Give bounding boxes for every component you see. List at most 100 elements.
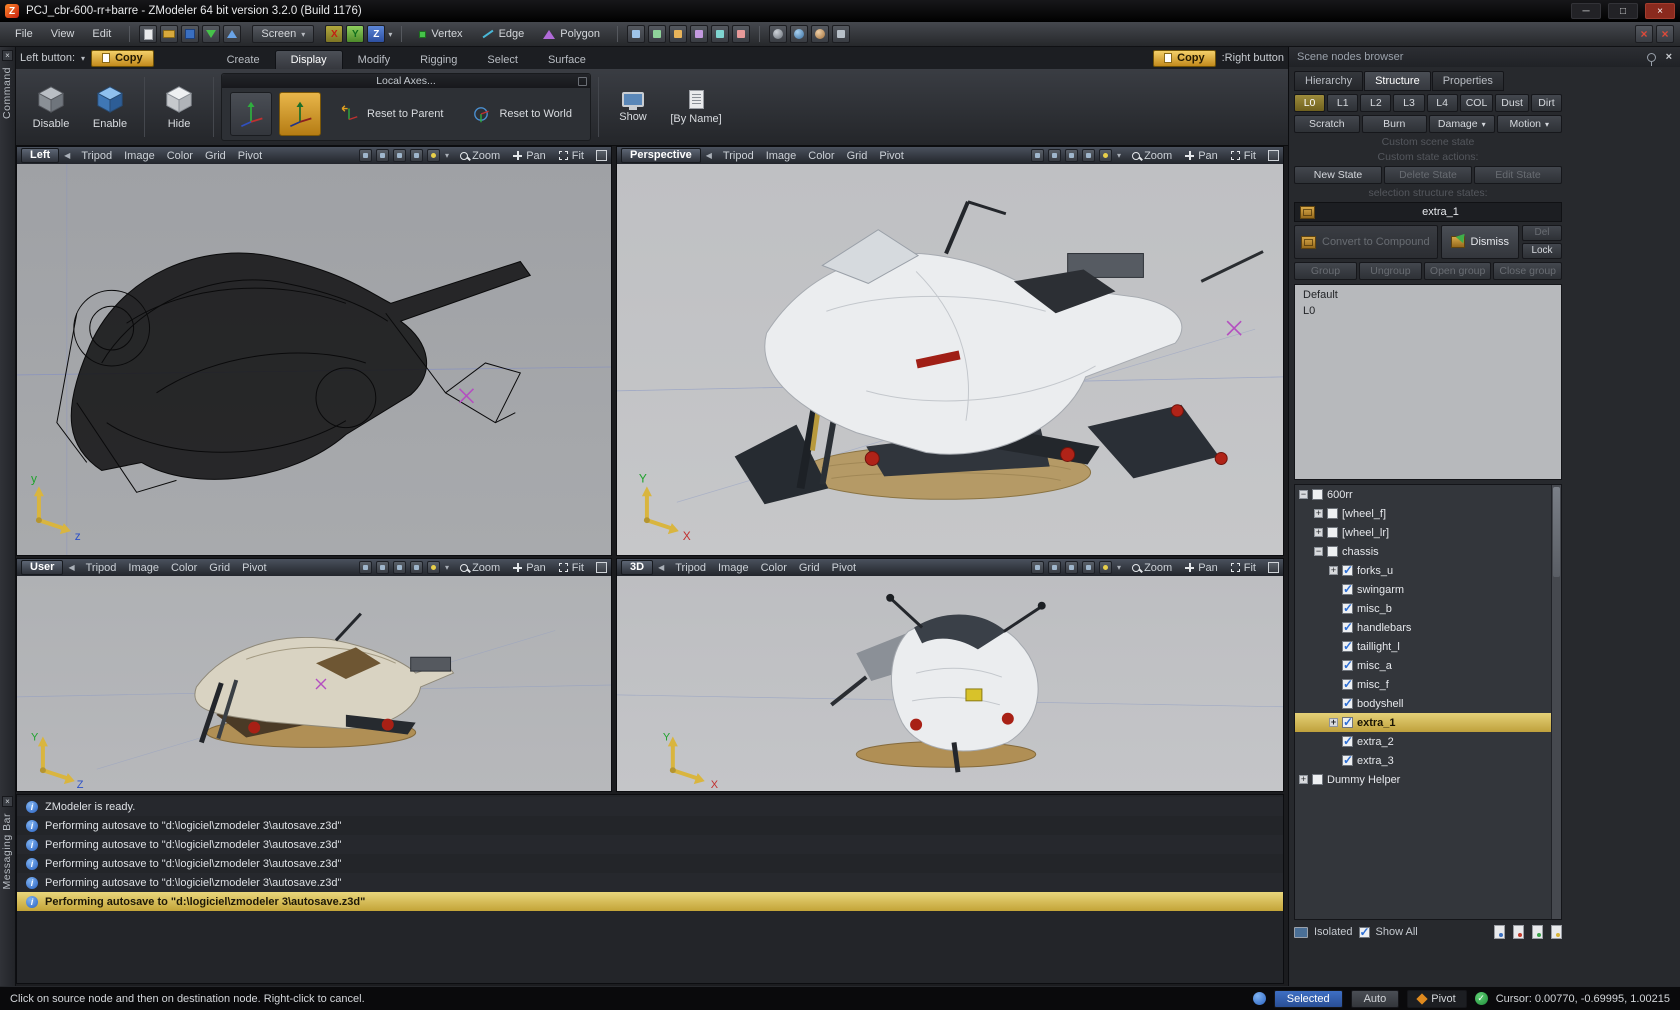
delete-icon[interactable]: × bbox=[1635, 25, 1653, 43]
node-checkbox[interactable] bbox=[1342, 698, 1353, 709]
viewport-collapse-icon[interactable]: ◀ bbox=[706, 151, 712, 160]
right-button-action[interactable]: Copy bbox=[1153, 50, 1216, 67]
viewport-menu-item[interactable]: Grid bbox=[199, 150, 232, 162]
maximize-viewport-icon[interactable] bbox=[596, 562, 607, 573]
viewport-menu-item[interactable]: Color bbox=[802, 150, 840, 162]
viewport-menu-item[interactable]: Tripod bbox=[75, 150, 118, 162]
viewport-name-tab[interactable]: Left bbox=[21, 148, 59, 163]
log-message[interactable]: i Performing autosave to "d:\logiciel\zm… bbox=[17, 892, 1283, 911]
snap-tool-icon[interactable] bbox=[711, 25, 729, 43]
viewport-menu-item[interactable]: Color bbox=[755, 562, 793, 574]
pan-button[interactable]: Pan bbox=[1179, 562, 1224, 574]
fit-button[interactable]: Fit bbox=[553, 562, 590, 574]
convert-to-compound-button[interactable]: Convert to Compound bbox=[1294, 225, 1438, 259]
current-state-field[interactable]: extra_1 bbox=[1294, 202, 1562, 222]
shade-mode-icon[interactable] bbox=[1065, 149, 1078, 162]
dialog-launcher-icon[interactable] bbox=[578, 77, 587, 86]
node-checkbox[interactable] bbox=[1342, 603, 1353, 614]
texture-mode-icon[interactable] bbox=[410, 149, 423, 162]
node-checkbox[interactable] bbox=[1327, 527, 1338, 538]
panel-tab[interactable]: Structure bbox=[1364, 71, 1431, 91]
tree-row[interactable]: [wheel_f] bbox=[1295, 504, 1561, 523]
state-list-item[interactable]: Default bbox=[1295, 287, 1561, 303]
tree-row[interactable]: handlebars bbox=[1295, 618, 1561, 637]
draw-mode-icon[interactable] bbox=[1048, 561, 1061, 574]
dismiss-button[interactable]: Dismiss bbox=[1441, 225, 1520, 259]
open-file-icon[interactable] bbox=[160, 25, 178, 43]
isolated-icon[interactable] bbox=[1294, 927, 1308, 938]
menu-item[interactable]: Edit bbox=[83, 26, 120, 42]
viewport-menu-item[interactable]: Pivot bbox=[232, 150, 268, 162]
doc-filter-icon[interactable] bbox=[1551, 925, 1562, 939]
tree-row[interactable]: forks_u bbox=[1295, 561, 1561, 580]
group-action-button[interactable]: Close group bbox=[1493, 262, 1562, 280]
show-button[interactable]: Show bbox=[606, 73, 660, 141]
viewport-menu-item[interactable]: Grid bbox=[203, 562, 236, 574]
hide-button[interactable]: Hide bbox=[152, 73, 206, 141]
fit-button[interactable]: Fit bbox=[553, 150, 590, 162]
show-by-name-button[interactable]: [By Name] bbox=[665, 73, 727, 141]
pin-icon[interactable] bbox=[1647, 53, 1656, 62]
maximize-viewport-icon[interactable] bbox=[1268, 150, 1279, 161]
viewport-name-tab[interactable]: 3D bbox=[621, 560, 653, 575]
viewport-menu-item[interactable]: Image bbox=[760, 150, 803, 162]
chevron-down-icon[interactable]: ▾ bbox=[388, 30, 392, 39]
expand-icon[interactable] bbox=[1314, 547, 1323, 556]
draw-mode-icon[interactable] bbox=[376, 561, 389, 574]
sphere-tool-icon[interactable] bbox=[769, 25, 787, 43]
delete-all-icon[interactable]: × bbox=[1656, 25, 1674, 43]
viewport-menu-item[interactable]: Image bbox=[712, 562, 755, 574]
enable-button[interactable]: Enable bbox=[83, 73, 137, 141]
node-checkbox[interactable] bbox=[1327, 508, 1338, 519]
maximize-viewport-icon[interactable] bbox=[1268, 562, 1279, 573]
close-button[interactable]: × bbox=[1645, 3, 1675, 19]
viewport-name-tab[interactable]: Perspective bbox=[621, 148, 701, 163]
viewport-collapse-icon[interactable]: ◀ bbox=[68, 563, 74, 572]
lock-button[interactable]: Lock bbox=[1522, 243, 1562, 259]
viewport-menu-item[interactable]: Tripod bbox=[717, 150, 760, 162]
axis-z-toggle[interactable]: Z bbox=[367, 25, 385, 43]
import-icon[interactable] bbox=[202, 25, 220, 43]
viewport-menu-item[interactable]: Tripod bbox=[669, 562, 712, 574]
viewport-menu-item[interactable]: Color bbox=[165, 562, 203, 574]
pan-button[interactable]: Pan bbox=[1179, 150, 1224, 162]
tree-row[interactable]: 600rr bbox=[1295, 485, 1561, 504]
plane-tool-icon[interactable] bbox=[832, 25, 850, 43]
viewport-collapse-icon[interactable]: ◀ bbox=[658, 563, 664, 572]
vertex-mode-button[interactable]: Vertex bbox=[411, 26, 470, 42]
expand-icon[interactable] bbox=[1299, 775, 1308, 784]
viewport-canvas-left[interactable]: y z bbox=[17, 164, 611, 555]
minimize-button[interactable]: ─ bbox=[1571, 3, 1601, 19]
texture-mode-icon[interactable] bbox=[1082, 561, 1095, 574]
navigation-icon[interactable] bbox=[1253, 992, 1266, 1005]
select-mode-icon[interactable] bbox=[359, 149, 372, 162]
node-checkbox[interactable] bbox=[1312, 774, 1323, 785]
export-icon[interactable] bbox=[223, 25, 241, 43]
expand-icon[interactable] bbox=[1314, 528, 1323, 537]
tree-row[interactable]: Dummy Helper bbox=[1295, 770, 1561, 789]
group-action-button[interactable]: Ungroup bbox=[1359, 262, 1422, 280]
command-bar-label[interactable]: Command bbox=[1, 67, 13, 119]
tree-row[interactable]: chassis bbox=[1295, 542, 1561, 561]
viewport-menu-item[interactable]: Pivot bbox=[236, 562, 272, 574]
viewport-menu-item[interactable]: Image bbox=[122, 562, 165, 574]
ribbon-tab[interactable]: Modify bbox=[343, 51, 405, 69]
mirror-tool-icon[interactable] bbox=[690, 25, 708, 43]
torus-tool-icon[interactable] bbox=[811, 25, 829, 43]
tree-row[interactable]: misc_a bbox=[1295, 656, 1561, 675]
tree-row[interactable]: [wheel_lr] bbox=[1295, 523, 1561, 542]
node-checkbox[interactable] bbox=[1312, 489, 1323, 500]
lod-button[interactable]: Dust bbox=[1495, 94, 1529, 112]
chevron-down-icon[interactable]: ▾ bbox=[81, 54, 85, 63]
zoom-button[interactable]: Zoom bbox=[454, 562, 506, 574]
chevron-down-icon[interactable]: ▾ bbox=[1117, 563, 1121, 572]
light-icon[interactable] bbox=[1099, 561, 1112, 574]
axis-y-toggle[interactable]: Y bbox=[346, 25, 364, 43]
lod-button[interactable]: L3 bbox=[1393, 94, 1424, 112]
tree-row[interactable]: swingarm bbox=[1295, 580, 1561, 599]
shade-mode-icon[interactable] bbox=[393, 149, 406, 162]
scale-tool-icon[interactable] bbox=[669, 25, 687, 43]
viewport-collapse-icon[interactable]: ◀ bbox=[64, 151, 70, 160]
new-file-icon[interactable] bbox=[139, 25, 157, 43]
ribbon-tab[interactable]: Select bbox=[472, 51, 533, 69]
